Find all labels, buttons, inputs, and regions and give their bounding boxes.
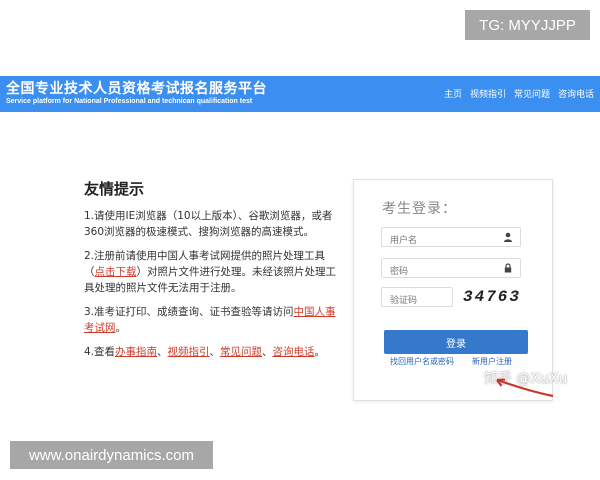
separator: 、	[157, 346, 168, 358]
tip-text: 3.准考证打印、成绩查询、证书查验等请访问	[84, 306, 294, 318]
password-field[interactable]	[381, 258, 521, 281]
video-guide-link[interactable]: 视频指引	[168, 346, 210, 358]
captcha-field[interactable]	[381, 287, 453, 310]
site-header: 全国专业技术人员资格考试报名服务平台 Service platform for …	[0, 76, 600, 112]
username-input[interactable]	[382, 232, 500, 250]
separator: 、	[262, 346, 273, 358]
login-button[interactable]: 登录	[384, 330, 528, 354]
site-title: 全国专业技术人员资格考试报名服务平台	[6, 81, 267, 97]
tip-help-links: 4.查看办事指南、视频指引、常见问题、咨询电话。	[84, 344, 346, 360]
password-input[interactable]	[382, 263, 500, 281]
nav-video-guide[interactable]: 视频指引	[470, 87, 506, 100]
captcha-image[interactable]: 34763	[463, 285, 525, 309]
friendly-tips: 友情提示 1.请使用IE浏览器（10以上版本）、谷歌浏览器，或者360浏览器的极…	[84, 178, 346, 368]
nav-home[interactable]: 主页	[444, 87, 462, 100]
top-nav: 主页 视频指引 常见问题 咨询电话	[444, 87, 594, 100]
tip-text: 。	[115, 322, 127, 334]
watermark-top: TG: MYYJJPP	[465, 10, 590, 40]
download-tool-link[interactable]: 点击下载	[95, 266, 137, 278]
hotline-link[interactable]: 咨询电话	[273, 346, 315, 358]
forgot-account-link[interactable]: 找回用户名或密码	[390, 356, 454, 367]
separator: 、	[209, 346, 221, 358]
nav-faq[interactable]: 常见问题	[514, 87, 550, 100]
nav-hotline[interactable]: 咨询电话	[558, 87, 594, 100]
tips-title: 友情提示	[84, 180, 145, 198]
tip-text: 。	[314, 346, 326, 358]
login-title: 考生登录：	[382, 201, 457, 217]
guide-link[interactable]: 办事指南	[115, 346, 157, 358]
tip-admission: 3.准考证打印、成绩查询、证书查验等请访问中国人事考试网。	[84, 304, 346, 336]
tip-photo-tool: 2.注册前请使用中国人事考试网提供的照片处理工具（点击下载）对照片文件进行处理。…	[84, 248, 346, 296]
watermark-bottom: www.onairdynamics.com	[10, 441, 213, 469]
site-subtitle: Service platform for National Profession…	[6, 98, 253, 105]
user-icon	[504, 232, 512, 242]
red-arrow-annotation	[496, 378, 554, 398]
tip-text: 4.查看	[84, 346, 116, 358]
faq-link[interactable]: 常见问题	[220, 346, 262, 358]
register-link[interactable]: 新用户注册	[472, 356, 512, 367]
username-field[interactable]	[381, 227, 521, 250]
captcha-input[interactable]	[382, 292, 452, 310]
lock-icon	[504, 263, 512, 273]
tip-browser: 1.请使用IE浏览器（10以上版本）、谷歌浏览器，或者360浏览器的极速模式、搜…	[84, 210, 333, 238]
